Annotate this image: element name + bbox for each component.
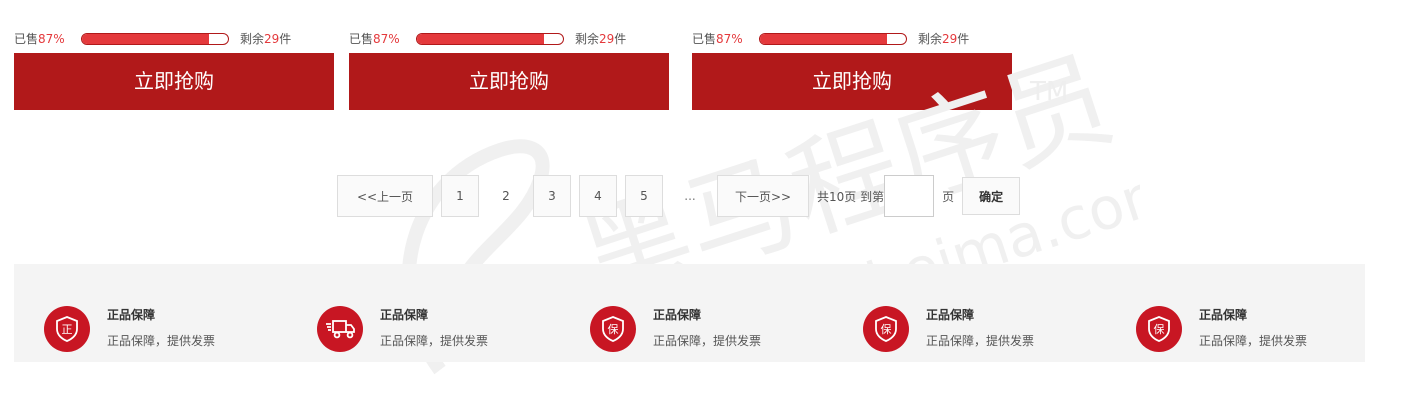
sold-progress-fill — [760, 34, 888, 44]
remain-count: 29 — [264, 32, 280, 46]
pagination: <<上一页 1 2 3 4 5 ... 下一页>> 共10页 到第 页 确定 — [337, 175, 1021, 217]
sold-row: 已售87% 剩余29件 — [692, 30, 1022, 48]
sold-row: 已售87% 剩余29件 — [349, 30, 679, 48]
pagination-ellipsis: ... — [684, 189, 696, 203]
prev-page-button[interactable]: <<上一页 — [337, 175, 433, 217]
guarantee-desc: 正品保障，提供发票 — [380, 334, 489, 348]
shield-zheng-icon: 正 — [44, 306, 90, 352]
sold-progress-fill — [82, 34, 210, 44]
shield-bao-icon: 保 — [863, 306, 909, 352]
delivery-truck-icon — [317, 306, 363, 352]
page-current-2[interactable]: 2 — [487, 175, 525, 217]
remain-unit: 件 — [279, 32, 292, 46]
svg-text:保: 保 — [608, 322, 619, 336]
remain-count: 29 — [599, 32, 615, 46]
guarantee-desc: 正品保障，提供发票 — [107, 334, 216, 348]
sold-row: 已售87% 剩余29件 — [14, 30, 344, 48]
sold-progress-bar — [416, 33, 564, 45]
buy-now-button[interactable]: 立即抢购 — [349, 53, 669, 110]
remain-label: 剩余 — [240, 32, 265, 46]
sold-progress-fill — [417, 34, 545, 44]
shield-bao-icon: 保 — [590, 306, 636, 352]
sold-percent: 87% — [373, 32, 400, 46]
sold-label: 已售 — [14, 32, 39, 46]
page-link-1[interactable]: 1 — [441, 175, 479, 217]
page-link-4[interactable]: 4 — [579, 175, 617, 217]
page-link-3[interactable]: 3 — [533, 175, 571, 217]
remain-unit: 件 — [957, 32, 970, 46]
page-link-5[interactable]: 5 — [625, 175, 663, 217]
guarantee-desc: 正品保障，提供发票 — [926, 334, 1035, 348]
remain-count: 29 — [942, 32, 958, 46]
guarantee-desc: 正品保障，提供发票 — [653, 334, 762, 348]
guarantee-title: 正品保障 — [107, 308, 156, 322]
next-page-button[interactable]: 下一页>> — [717, 175, 809, 217]
remain-text: 剩余29件 — [575, 30, 626, 48]
guarantee-title: 正品保障 — [380, 308, 429, 322]
remain-label: 剩余 — [918, 32, 943, 46]
sold-percent: 87% — [716, 32, 743, 46]
guarantee-desc: 正品保障，提供发票 — [1199, 334, 1308, 348]
sold-percent: 87% — [38, 32, 65, 46]
buy-now-button[interactable]: 立即抢购 — [692, 53, 1012, 110]
total-pages-text: 共10页 到第 — [817, 189, 885, 204]
guarantee-title: 正品保障 — [926, 308, 975, 322]
watermark-tm: TM — [1029, 77, 1068, 107]
sold-label: 已售 — [349, 32, 374, 46]
guarantee-title: 正品保障 — [1199, 308, 1248, 322]
buy-now-button[interactable]: 立即抢购 — [14, 53, 334, 110]
confirm-jump-button[interactable]: 确定 — [962, 177, 1021, 215]
guarantee-title: 正品保障 — [653, 308, 702, 322]
svg-text:保: 保 — [1154, 322, 1165, 336]
sold-progress-bar — [759, 33, 907, 45]
shield-bao-icon: 保 — [1136, 306, 1182, 352]
remain-label: 剩余 — [575, 32, 600, 46]
remain-unit: 件 — [614, 32, 627, 46]
page-jump-input[interactable] — [884, 175, 935, 217]
svg-text:保: 保 — [881, 322, 892, 336]
svg-text:正: 正 — [62, 323, 73, 336]
remain-text: 剩余29件 — [918, 30, 969, 48]
sold-label: 已售 — [692, 32, 717, 46]
page-unit-label: 页 — [942, 189, 955, 204]
guarantee-bar: 正 正品保障 正品保障，提供发票 正品保障 正品保障，提供发票 保 正品保障 正… — [14, 264, 1365, 362]
remain-text: 剩余29件 — [240, 30, 291, 48]
sold-progress-bar — [81, 33, 229, 45]
